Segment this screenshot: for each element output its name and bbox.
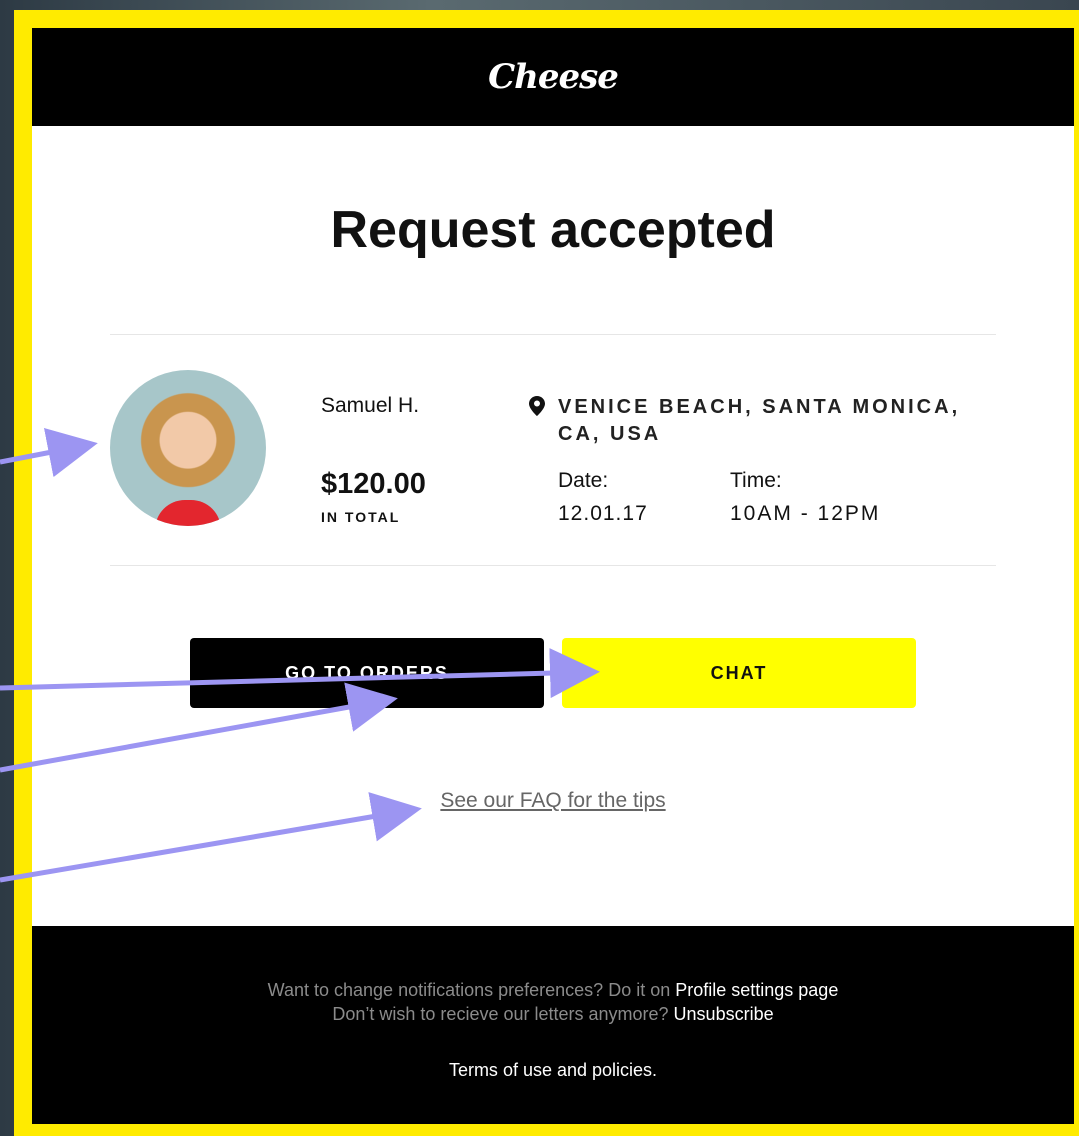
date-value: 12.01.17 [558,502,648,525]
price-label: IN TOTAL [321,509,401,525]
email-card: Cheese Request accepted Samuel H. $120.0… [32,28,1074,1124]
footer-line-2: Don’t wish to recieve our letters anymor… [32,1004,1074,1025]
faq-link[interactable]: See our FAQ for the tips [32,789,1074,813]
footer-line-1: Want to change notifications preferences… [32,980,1074,1001]
order-price: $120.00 [321,468,426,500]
email-header: Cheese [32,28,1074,126]
time-value: 10AM - 12PM [730,502,881,525]
page-title: Request accepted [330,201,776,259]
chat-button[interactable]: CHAT [562,638,916,708]
date-label: Date: [558,469,609,492]
avatar [110,370,266,526]
location-text: VENICE BEACH, SANTA MONICA, CA, USA [558,396,961,445]
time-label: Time: [730,469,782,492]
go-to-orders-button[interactable]: GO TO ORDERS [190,638,544,708]
profile-settings-link[interactable]: Profile settings page [675,980,838,1000]
location-pin-icon [529,396,545,416]
divider-top [110,334,996,335]
photographer-name: Samuel H. [321,394,420,417]
email-footer: Want to change notifications preferences… [32,926,1074,1124]
footer-unsubscribe-text: Don’t wish to recieve our letters anymor… [332,1004,674,1024]
brand-logo: Cheese [488,57,619,97]
unsubscribe-link[interactable]: Unsubscribe [674,1004,774,1024]
divider-bottom [110,565,996,566]
footer-notifications-text: Want to change notifications preferences… [267,980,676,1000]
terms-link[interactable]: Terms of use and policies. [32,1060,1074,1081]
